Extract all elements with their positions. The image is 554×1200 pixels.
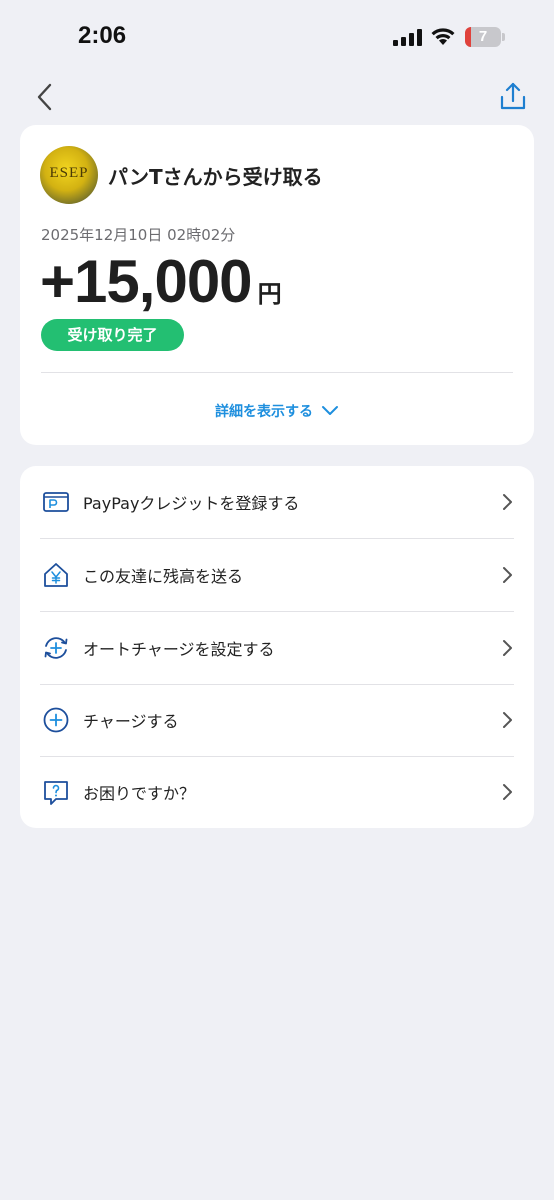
currency-unit: 円 <box>257 280 282 308</box>
action-label: オートチャージを設定する <box>83 640 275 659</box>
action-auto-charge[interactable]: オートチャージを設定する <box>20 612 534 684</box>
avatar-text: ESEP <box>49 165 89 181</box>
action-label: PayPayクレジットを登録する <box>83 494 300 513</box>
action-help[interactable]: お困りですか？ <box>20 756 534 828</box>
avatar[interactable]: ESEP <box>40 146 98 204</box>
chevron-right-icon <box>503 567 512 583</box>
share-button[interactable] <box>496 80 530 114</box>
chevron-left-icon <box>37 83 52 111</box>
transaction-datetime: 2025年12月10日 02時02分 <box>41 226 236 244</box>
action-charge[interactable]: チャージする <box>20 684 534 756</box>
action-label: お困りですか？ <box>83 784 196 803</box>
cellular-signal-icon <box>393 29 422 46</box>
chevron-right-icon <box>503 784 512 800</box>
transaction-amount: +15,000 <box>40 248 253 315</box>
battery-icon: 7 <box>465 27 501 47</box>
auto-charge-icon <box>44 637 68 659</box>
amount-row: +15,000 円 <box>40 247 282 316</box>
action-send-balance[interactable]: この友達に残高を送る <box>20 539 534 611</box>
divider <box>41 372 513 373</box>
wifi-icon <box>431 28 455 45</box>
action-register-credit[interactable]: PayPayクレジットを登録する <box>20 466 534 538</box>
help-bubble-icon <box>44 781 68 805</box>
actions-card: PayPayクレジットを登録する この友達に残高を送る オートチャージを設定する… <box>20 466 534 828</box>
show-details-button[interactable]: 詳細を表示する <box>20 399 534 423</box>
back-button[interactable] <box>30 80 62 114</box>
action-label: この友達に残高を送る <box>83 567 244 586</box>
transaction-detail-screen: 2:06 7 ESEP パンTさんから受け取る 2025年12月10日 02時0… <box>0 0 554 1200</box>
action-label: チャージする <box>83 712 179 731</box>
house-yen-icon <box>44 563 68 587</box>
plus-circle-icon <box>43 707 69 733</box>
battery-cap <box>502 33 505 41</box>
status-badge: 受け取り完了 <box>41 319 184 351</box>
battery-level: 7 <box>478 28 488 45</box>
paypay-credit-card-icon <box>43 492 69 512</box>
transaction-title: パンTさんから受け取る <box>108 165 323 189</box>
share-icon <box>500 82 526 110</box>
show-details-label: 詳細を表示する <box>215 404 313 420</box>
status-time: 2:06 <box>78 22 127 49</box>
chevron-down-icon <box>322 406 338 415</box>
status-bar: 2:06 7 <box>0 0 554 76</box>
chevron-right-icon <box>503 712 512 728</box>
chevron-right-icon <box>503 640 512 656</box>
transaction-card: ESEP パンTさんから受け取る 2025年12月10日 02時02分 +15,… <box>20 125 534 445</box>
chevron-right-icon <box>503 494 512 510</box>
